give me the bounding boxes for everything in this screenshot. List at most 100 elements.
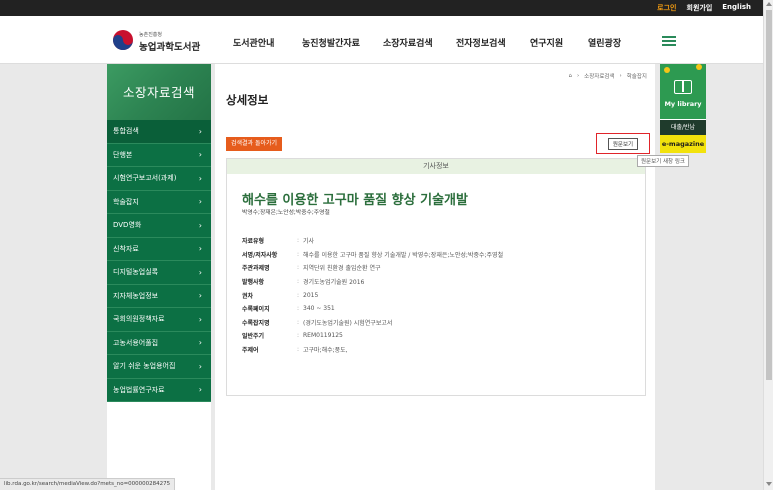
sidebar-item-agri-law[interactable]: 농업법률연구자료 › bbox=[107, 378, 211, 402]
sidebar-item-label: 국회의원정책자료 bbox=[113, 315, 165, 324]
sidebar-item-label: 농업법률연구자료 bbox=[113, 385, 165, 394]
nav-rda-publications[interactable]: 농진청발간자료 bbox=[302, 36, 360, 49]
sidebar-item-journals[interactable]: 학술잡지 › bbox=[107, 190, 211, 214]
my-library-label: My library bbox=[664, 100, 702, 108]
view-original-tooltip: 원문보기 새창 링크 bbox=[637, 155, 689, 167]
my-library-button[interactable]: My library bbox=[660, 64, 706, 119]
scroll-thumb[interactable] bbox=[766, 10, 772, 380]
sidebar-item-local-gov-info[interactable]: 지자체농업정보 › bbox=[107, 284, 211, 308]
chevron-right-icon: › bbox=[198, 361, 202, 371]
chevron-right-icon: › bbox=[198, 338, 202, 348]
english-link[interactable]: English bbox=[722, 3, 751, 13]
sidebar-item-new-arrivals[interactable]: 신착자료 › bbox=[107, 237, 211, 261]
sidebar-item-label: 통합검색 bbox=[113, 127, 139, 136]
sidebar-item-label: 지자체농업정보 bbox=[113, 291, 159, 300]
page-scrollbar[interactable] bbox=[763, 0, 773, 490]
scroll-down-icon[interactable] bbox=[766, 482, 772, 486]
view-original-button[interactable]: 원문보기 bbox=[607, 137, 639, 150]
sidebar-item-label: DVD영화 bbox=[113, 221, 142, 230]
sidebar-item-integrated-search[interactable]: 통합검색 › bbox=[107, 120, 211, 144]
breadcrumb-level1[interactable]: 소장자료검색 bbox=[584, 72, 614, 80]
meta-key: 주관과제명 bbox=[242, 265, 270, 273]
sidebar-item-label: 단행본 bbox=[113, 150, 133, 159]
meta-key: 수록페이지 bbox=[242, 306, 270, 314]
metadata-list: 자료유형: 기사 서명/저자사항: 해수를 이용한 고구마 품질 향상 기술개발 /… bbox=[242, 234, 503, 356]
back-to-results-button[interactable]: 검색결과 돌아가기 bbox=[226, 137, 283, 151]
breadcrumb-level2[interactable]: 학술잡지 bbox=[627, 72, 647, 80]
breadcrumb: ⌂ › 소장자료검색 › 학술잡지 bbox=[568, 72, 647, 80]
sidebar-item-label: 알기 쉬운 농업용어집 bbox=[113, 362, 176, 371]
meta-key: 서명/저자사항 bbox=[242, 251, 278, 259]
nav-research-support[interactable]: 연구지원 bbox=[530, 36, 563, 49]
sidebar-item-label: 학술잡지 bbox=[113, 197, 139, 206]
meta-row-title-author: 서명/저자사항: 해수를 이용한 고구마 품질 향상 기술개발 / 박영수;장재은… bbox=[242, 250, 504, 259]
sidebar-item-research-reports[interactable]: 시험연구보고서(과제) › bbox=[107, 167, 211, 191]
status-bar-url: lib.rda.go.kr/search/mediaView.do?mets_n… bbox=[0, 478, 176, 490]
sidebar-item-dvd[interactable]: DVD영화 › bbox=[107, 214, 211, 238]
meta-key: 일반주기 bbox=[242, 333, 265, 341]
nav-open-plaza[interactable]: 열린광장 bbox=[588, 36, 621, 49]
sidebar-item-old-agri-terms[interactable]: 고농서용어풀집 › bbox=[107, 331, 211, 355]
meta-row-journal: 수록잡지명: (경기도농업기술원) 시험연구보고서 bbox=[242, 318, 393, 327]
chevron-right-icon: › bbox=[198, 126, 202, 136]
sidebar-item-books[interactable]: 단행본 › bbox=[107, 143, 211, 167]
logo-org-name: 농촌진흥청 bbox=[139, 32, 163, 38]
decor-dot-icon bbox=[696, 64, 702, 70]
home-icon[interactable]: ⌂ bbox=[568, 73, 572, 79]
chevron-right-icon: › bbox=[198, 291, 202, 301]
sidebar-item-assembly-policy[interactable]: 국회의원정책자료 › bbox=[107, 308, 211, 332]
sidebar-item-label: 디지털농업실록 bbox=[113, 268, 159, 277]
meta-value: 기사 bbox=[303, 238, 315, 246]
sidebar-item-label: 신착자료 bbox=[113, 244, 139, 253]
article-authors: 박영수;장재은;노안성;박중수;주영철 bbox=[242, 210, 330, 216]
meta-key: 자료유형 bbox=[242, 238, 265, 246]
site-header: 농촌진흥청 농업과학도서관 도서관안내 농진청발간자료 소장자료검색 전자정보검… bbox=[0, 16, 763, 64]
meta-value: REM0119125 bbox=[303, 332, 343, 340]
meta-row-project: 주관과제명: 지역단위 친환경 출입순환 연구 bbox=[242, 264, 381, 273]
chevron-right-icon: › bbox=[198, 150, 202, 160]
meta-row-publication: 발행사항: 경기도농업기술원 2016 bbox=[242, 278, 365, 287]
loan-return-button[interactable]: 대출/반납 bbox=[660, 119, 706, 135]
chevron-right-icon: › bbox=[198, 197, 202, 207]
nav-e-resources[interactable]: 전자정보검색 bbox=[456, 36, 506, 49]
page-title: 상세정보 bbox=[226, 93, 269, 107]
menu-icon[interactable] bbox=[662, 36, 676, 46]
signup-link[interactable]: 회원가입 bbox=[687, 3, 713, 13]
meta-row-type: 자료유형: 기사 bbox=[242, 237, 315, 246]
nav-library-info[interactable]: 도서관안내 bbox=[233, 36, 274, 49]
card-header: 기사정보 bbox=[227, 159, 645, 174]
taegeuk-emblem-icon bbox=[113, 30, 133, 50]
utility-links: 로그인 회원가입 English bbox=[657, 3, 751, 13]
meta-row-pages: 수록페이지:340 ~ 351 bbox=[242, 305, 335, 314]
chevron-right-icon: › bbox=[198, 244, 202, 254]
sidebar-item-label: 고농서용어풀집 bbox=[113, 338, 159, 347]
site-logo[interactable]: 농촌진흥청 농업과학도서관 bbox=[112, 29, 208, 53]
meta-value: 고구마;해수;풍도, bbox=[303, 347, 348, 355]
e-magazine-button[interactable]: e-magazine bbox=[660, 135, 706, 153]
chevron-right-icon: › bbox=[198, 267, 202, 277]
meta-key: 주제어 bbox=[242, 347, 259, 355]
sidebar: 소장자료검색 통합검색 › 단행본 › 시험연구보고서(과제) › 학술잡지 › DVD… bbox=[107, 64, 211, 490]
meta-value: 지역단위 친환경 출입순환 연구 bbox=[303, 265, 381, 273]
quick-menu: My library 대출/반납 e-magazine bbox=[660, 64, 706, 153]
nav-holdings-search[interactable]: 소장자료검색 bbox=[383, 36, 433, 49]
meta-key: 권차 bbox=[242, 292, 254, 300]
meta-value: (경기도농업기술원) 시험연구보고서 bbox=[303, 319, 393, 327]
book-icon bbox=[674, 80, 692, 94]
meta-key: 수록잡지명 bbox=[242, 319, 270, 327]
meta-row-volume: 권차:2015 bbox=[242, 291, 319, 300]
meta-value: 2015 bbox=[303, 291, 319, 299]
chevron-right-icon: › bbox=[198, 173, 202, 183]
meta-value: 경기도농업기술원 2016 bbox=[303, 279, 365, 287]
scroll-up-icon[interactable] bbox=[766, 2, 772, 6]
chevron-right-icon: › bbox=[198, 220, 202, 230]
meta-key: 발행사항 bbox=[242, 279, 265, 287]
login-link[interactable]: 로그인 bbox=[657, 3, 676, 13]
sidebar-item-digital-records[interactable]: 디지털농업실록 › bbox=[107, 261, 211, 285]
sidebar-item-label: 시험연구보고서(과제) bbox=[113, 174, 177, 183]
article-title: 해수를 이용한 고구마 품질 향상 기술개발 bbox=[242, 193, 468, 208]
logo-library-name: 농업과학도서관 bbox=[139, 42, 201, 53]
chevron-right-icon: › bbox=[198, 314, 202, 324]
sidebar-item-easy-agri-terms[interactable]: 알기 쉬운 농업용어집 › bbox=[107, 355, 211, 379]
chevron-right-icon: › bbox=[198, 385, 202, 395]
